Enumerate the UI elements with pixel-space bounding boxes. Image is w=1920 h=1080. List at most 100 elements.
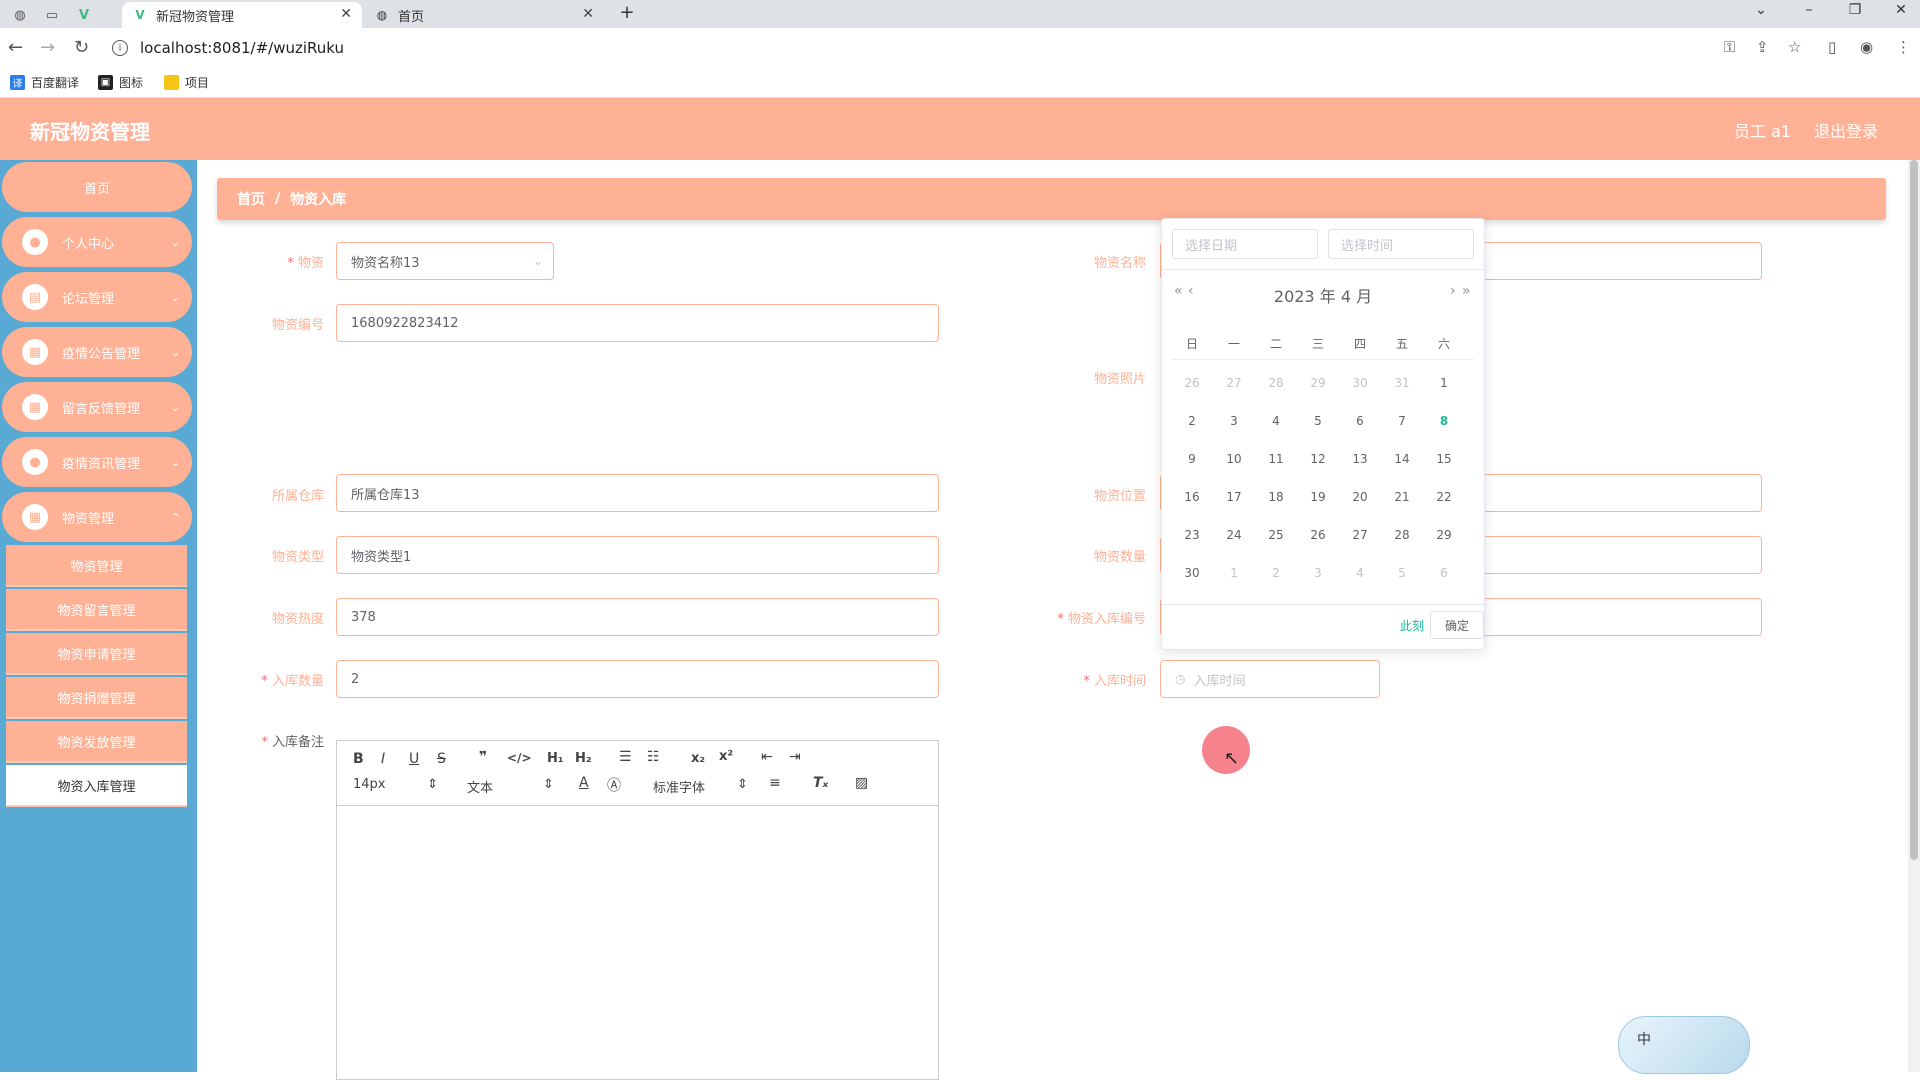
underline-icon[interactable]: U <box>409 751 419 767</box>
code-icon[interactable]: </> <box>507 751 532 765</box>
calendar-day[interactable]: 26 <box>1172 376 1212 390</box>
calendar-day[interactable]: 19 <box>1298 490 1338 504</box>
logout-link[interactable]: 退出登录 <box>1814 118 1878 142</box>
calendar-day[interactable]: 3 <box>1298 566 1338 580</box>
tab-home[interactable]: ◍ 首页 ✕ <box>364 2 604 28</box>
calendar-day[interactable]: 23 <box>1172 528 1212 542</box>
wuzi-select[interactable]: 物资名称13 ⌄ <box>336 242 554 280</box>
subscript-icon[interactable]: x₂ <box>691 751 705 766</box>
profile-icon[interactable]: ◉ <box>1860 38 1873 56</box>
quote-icon[interactable]: ❞ <box>479 749 487 765</box>
sidebar-item-notice[interactable]: ▦ 疫情公告管理 ⌄ <box>2 327 192 377</box>
calendar-day[interactable]: 17 <box>1214 490 1254 504</box>
now-button[interactable]: 此刻 <box>1400 617 1424 634</box>
sidebar-item-personal[interactable]: ● 个人中心 ⌄ <box>2 217 192 267</box>
reload-icon[interactable]: ↻ <box>74 37 89 58</box>
calendar-day[interactable]: 21 <box>1382 490 1422 504</box>
calendar-day[interactable]: 5 <box>1382 566 1422 580</box>
confirm-button[interactable]: 确定 <box>1430 611 1484 639</box>
close-icon[interactable]: ✕ <box>340 6 352 22</box>
calendar-day[interactable]: 12 <box>1298 452 1338 466</box>
next-month-icon[interactable]: › <box>1450 283 1456 299</box>
clear-format-icon[interactable]: Tₓ <box>813 775 828 791</box>
picker-year[interactable]: 2023 <box>1274 287 1315 306</box>
calendar-day[interactable]: 10 <box>1214 452 1254 466</box>
scrollbar-thumb[interactable] <box>1910 160 1918 860</box>
picker-time-input[interactable]: 选择时间 <box>1328 229 1474 259</box>
restore-icon[interactable]: ❐ <box>1840 2 1870 18</box>
calendar-day[interactable]: 29 <box>1424 528 1464 542</box>
share-icon[interactable]: ⇪ <box>1756 38 1769 56</box>
submenu-supply-inbound[interactable]: 物资入库管理 <box>6 765 187 807</box>
calendar-day[interactable]: 31 <box>1382 376 1422 390</box>
sidebar-item-forum[interactable]: ▤ 论坛管理 ⌄ <box>2 272 192 322</box>
more-icon[interactable]: ⋮ <box>1896 38 1911 56</box>
new-tab-icon[interactable]: + <box>612 2 642 23</box>
font-family-select[interactable]: 标准字体 ⇕ <box>653 777 748 796</box>
calendar-day[interactable]: 1 <box>1214 566 1254 580</box>
calendar-day[interactable]: 22 <box>1424 490 1464 504</box>
calendar-day[interactable]: 27 <box>1340 528 1380 542</box>
calendar-day[interactable]: 24 <box>1214 528 1254 542</box>
warehouse-field[interactable]: 所属仓库13 <box>336 474 939 512</box>
bold-icon[interactable]: B <box>353 751 364 767</box>
sidebar-item-feedback[interactable]: ▦ 留言反馈管理 ⌄ <box>2 382 192 432</box>
ime-widget[interactable]: 中 <box>1618 1016 1750 1074</box>
calendar-day[interactable]: 11 <box>1256 452 1296 466</box>
wuzi-code-field[interactable]: 1680922823412 <box>336 304 939 342</box>
page-scrollbar[interactable] <box>1908 160 1920 1072</box>
url-field[interactable]: i localhost:8081/#/wuziRuku <box>112 37 1712 59</box>
calendar-day[interactable]: 6 <box>1340 414 1380 428</box>
picker-month[interactable]: 4 <box>1341 287 1351 306</box>
calendar-day[interactable]: 1 <box>1424 376 1464 390</box>
calendar-day[interactable]: 6 <box>1424 566 1464 580</box>
calendar-day[interactable]: 28 <box>1256 376 1296 390</box>
star-icon[interactable]: ☆ <box>1788 38 1801 56</box>
minimize-icon[interactable]: – <box>1794 2 1824 18</box>
outdent-icon[interactable]: ⇤ <box>761 749 773 765</box>
calendar-day[interactable]: 30 <box>1172 566 1212 580</box>
tab-active[interactable]: V 新冠物资管理 ✕ <box>122 2 362 28</box>
calendar-day[interactable]: 27 <box>1214 376 1254 390</box>
bookmark-icons[interactable]: ▣ 图标 <box>98 74 143 91</box>
calendar-day[interactable]: 29 <box>1298 376 1338 390</box>
bookmark-project[interactable]: 项目 <box>164 74 209 91</box>
close-window-icon[interactable]: ✕ <box>1886 2 1916 18</box>
calendar-day[interactable]: 13 <box>1340 452 1380 466</box>
text-style-select[interactable]: 文本 ⇕ <box>467 777 554 796</box>
sidebar-item-supplies[interactable]: ▦ 物资管理 ⌃ <box>2 492 192 542</box>
submenu-supply-distribution[interactable]: 物资发放管理 <box>6 721 187 763</box>
heat-field[interactable]: 378 <box>336 598 939 636</box>
sidebar-item-news[interactable]: ● 疫情资讯管理 ⌄ <box>2 437 192 487</box>
background-color-icon[interactable]: Ⓐ <box>607 775 621 795</box>
calendar-day-today[interactable]: 8 <box>1424 414 1464 428</box>
submenu-supply-requests[interactable]: 物资申请管理 <box>6 633 187 675</box>
calendar-day[interactable]: 30 <box>1340 376 1380 390</box>
blank-tab-icon[interactable]: ▭ <box>38 4 66 26</box>
chevron-down-icon[interactable]: ⌄ <box>1746 2 1776 18</box>
font-color-icon[interactable]: A <box>579 775 589 791</box>
heading1-icon[interactable]: H₁ <box>547 751 564 766</box>
heading2-icon[interactable]: H₂ <box>575 751 592 766</box>
align-icon[interactable]: ≡ <box>769 775 781 791</box>
next-year-icon[interactable]: » <box>1462 283 1471 299</box>
calendar-day[interactable]: 26 <box>1298 528 1338 542</box>
info-icon[interactable]: i <box>112 40 128 56</box>
submenu-supply-donations[interactable]: 物资捐赠管理 <box>6 677 187 719</box>
breadcrumb-home[interactable]: 首页 <box>237 189 265 209</box>
calendar-day[interactable]: 2 <box>1172 414 1212 428</box>
strike-icon[interactable]: S <box>437 751 446 767</box>
sidebar-item-home[interactable]: 首页 <box>2 162 192 212</box>
calendar-day[interactable]: 20 <box>1340 490 1380 504</box>
calendar-day[interactable]: 3 <box>1214 414 1254 428</box>
globe-icon[interactable]: ◍ <box>6 4 34 26</box>
calendar-day[interactable]: 15 <box>1424 452 1464 466</box>
type-field[interactable]: 物资类型1 <box>336 536 939 574</box>
ruku-number-field[interactable]: 2 <box>336 660 939 698</box>
indent-icon[interactable]: ⇥ <box>789 749 801 765</box>
calendar-day[interactable]: 25 <box>1256 528 1296 542</box>
ordered-list-icon[interactable]: ☰ <box>619 749 632 765</box>
close-icon[interactable]: ✕ <box>582 6 594 22</box>
ruku-time-field[interactable]: ◷ 入库时间 <box>1160 660 1380 698</box>
remark-editor[interactable]: B I U S ❞ </> H₁ H₂ ☰ ☷ x₂ x² ⇤ ⇥ 14px ⇕ … <box>336 740 939 1080</box>
